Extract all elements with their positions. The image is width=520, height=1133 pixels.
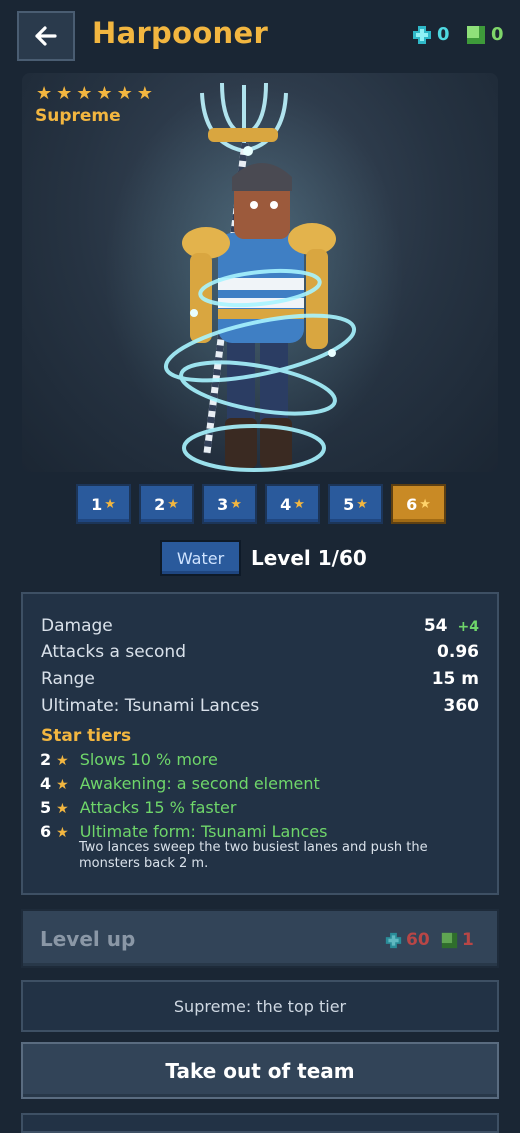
star-icon: ★ <box>56 801 69 817</box>
level-up-button[interactable]: Level up 60 1 <box>21 909 499 968</box>
tier-button-label: 6 <box>406 494 418 514</box>
tier-button-6[interactable]: 6 ★ <box>391 484 446 524</box>
star-tier-selector: 1 ★ 2 ★ 3 ★ 4 ★ 5 ★ 6 ★ <box>76 484 446 524</box>
star-icon: ★ <box>293 496 305 512</box>
tier-number: 6 <box>40 822 52 841</box>
hero-star-rating: ★ ★ ★ ★ ★ ★ <box>36 85 153 103</box>
star-icon: ★ <box>419 496 431 512</box>
level-label: Level 1/60 <box>251 546 367 570</box>
tier-button-label: 5 <box>343 494 355 514</box>
element-badge: Water <box>160 540 241 576</box>
star-icon: ★ <box>116 83 133 104</box>
star-icon: ★ <box>230 496 242 512</box>
stat-name: Attacks a second <box>41 642 186 662</box>
star-icon: ★ <box>356 496 368 512</box>
star-tiers-title: Star tiers <box>41 726 132 746</box>
star-icon: ★ <box>56 777 69 793</box>
tier-perk-item: 6 ★ Ultimate form: Tsunami Lances <box>40 822 327 841</box>
tier-perk-text: Awakening: a second element <box>79 774 320 793</box>
tier-perk-item: 4 ★ Awakening: a second element <box>40 774 320 793</box>
block-count: 0 <box>491 24 504 45</box>
block-icon <box>467 25 485 44</box>
tier-button-label: 4 <box>280 494 292 514</box>
gem-icon <box>385 932 402 948</box>
star-icon: ★ <box>56 825 69 841</box>
level-up-gem-cost: 60 <box>385 930 430 950</box>
star-icon: ★ <box>136 83 153 104</box>
block-icon <box>441 932 458 948</box>
stat-row-range: Range 15 m <box>41 669 479 689</box>
star-icon: ★ <box>96 83 113 104</box>
tier-perk-text: Slows 10 % more <box>79 750 218 769</box>
gem-count: 0 <box>437 24 450 45</box>
tier-button-5[interactable]: 5 ★ <box>328 484 383 524</box>
stat-row-attack-speed: Attacks a second 0.96 <box>41 642 479 662</box>
stat-row-ultimate: Ultimate: Tsunami Lances 360 <box>41 696 479 716</box>
tier-button-4[interactable]: 4 ★ <box>265 484 320 524</box>
tier-number: 5 <box>40 798 52 817</box>
star-icon: ★ <box>56 753 69 769</box>
stat-row-damage: Damage 54 +4 <box>41 616 479 636</box>
star-icon: ★ <box>36 83 53 104</box>
star-icon: ★ <box>56 83 73 104</box>
take-out-of-team-button[interactable]: Take out of team <box>21 1042 499 1099</box>
tier-perk-text: Attacks 15 % faster <box>79 798 237 817</box>
stat-value: 15 m <box>431 669 479 689</box>
stat-name: Damage <box>41 616 113 636</box>
stat-value: 0.96 <box>437 642 479 662</box>
stat-name: Ultimate: Tsunami Lances <box>41 696 260 716</box>
tier-button-3[interactable]: 3 ★ <box>202 484 257 524</box>
cost-value: 60 <box>406 930 430 950</box>
star-icon: ★ <box>76 83 93 104</box>
tier-perk-text: Ultimate form: Tsunami Lances <box>79 822 328 841</box>
hero-model-image <box>104 82 404 472</box>
block-counter: 0 <box>466 24 504 45</box>
stat-value: 54 <box>423 616 448 636</box>
stat-bonus: +4 <box>457 619 479 635</box>
tier-button-label: 3 <box>217 494 229 514</box>
tier-number: 2 <box>40 750 52 769</box>
stat-value: 360 <box>443 696 480 716</box>
hero-portrait: ★ ★ ★ ★ ★ ★ Supreme <box>22 73 498 472</box>
rarity-label: Supreme <box>35 106 121 126</box>
star-icon: ★ <box>167 496 179 512</box>
ultimate-description: Two lances sweep the two busiest lanes a… <box>79 840 428 871</box>
tier-number: 4 <box>40 774 52 793</box>
tier-perk-item: 5 ★ Attacks 15 % faster <box>40 798 236 817</box>
tier-button-label: 2 <box>154 494 166 514</box>
tier-button-1[interactable]: 1 ★ <box>76 484 131 524</box>
rarity-info-box: Supreme: the top tier <box>21 980 499 1032</box>
level-up-block-cost: 1 <box>441 930 474 950</box>
gem-icon <box>413 25 431 44</box>
cost-value: 1 <box>462 930 474 950</box>
next-panel-edge <box>21 1113 499 1133</box>
tier-perk-item: 2 ★ Slows 10 % more <box>40 750 218 769</box>
page-title: Harpooner <box>92 16 269 50</box>
gem-counter: 0 <box>412 24 450 45</box>
stat-name: Range <box>41 669 95 689</box>
arrow-left-icon <box>35 26 57 46</box>
back-button[interactable] <box>17 11 75 61</box>
tier-button-label: 1 <box>91 494 103 514</box>
stats-panel: Damage 54 +4 Attacks a second 0.96 Range … <box>21 592 499 895</box>
star-icon: ★ <box>104 496 116 512</box>
tier-button-2[interactable]: 2 ★ <box>139 484 194 524</box>
level-up-label: Level up <box>40 927 136 951</box>
